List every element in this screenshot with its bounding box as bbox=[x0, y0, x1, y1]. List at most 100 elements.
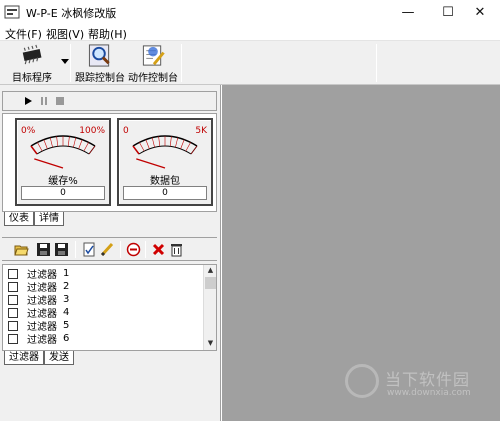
play-button[interactable] bbox=[21, 94, 35, 108]
gauge-tick bbox=[145, 139, 150, 149]
tab-send[interactable]: 发送 bbox=[44, 351, 74, 365]
buffer-gauge: 0% 100% 缓存% 0 bbox=[15, 118, 111, 206]
save-as-icon[interactable] bbox=[54, 242, 69, 257]
action-console-button[interactable]: 动作控制台 bbox=[127, 42, 179, 84]
packet-gauge: 0 5K 数据包 0 bbox=[117, 118, 213, 206]
gauge-tick bbox=[37, 142, 43, 152]
magnifier-icon bbox=[88, 44, 110, 67]
left-panel: 0% 100% 缓存% 0 0 5K 数据包 0 仪表 详情 过滤器 1 过滤器… bbox=[0, 85, 221, 421]
gauges-area: 0% 100% 缓存% 0 0 5K 数据包 0 bbox=[2, 113, 217, 212]
packet-gauge-max: 5K bbox=[195, 126, 207, 136]
scroll-thumb[interactable] bbox=[205, 277, 216, 289]
trace-console-button[interactable]: 跟踪控制台 bbox=[74, 42, 126, 84]
toolbar-separator bbox=[120, 241, 121, 258]
gauge-tick bbox=[83, 142, 89, 152]
watermark-logo-icon bbox=[345, 364, 379, 398]
scroll-down-icon[interactable]: ▼ bbox=[206, 339, 215, 348]
gauge-tick bbox=[139, 142, 145, 152]
menu-view[interactable]: 视图(V) bbox=[46, 26, 84, 42]
filter-checkbox[interactable] bbox=[8, 307, 18, 318]
gauge-tick bbox=[185, 142, 191, 152]
title-bar: W-P-E 冰枫修改版 — ☐ ✕ bbox=[0, 0, 500, 24]
bottom-tabs: 过滤器 发送 bbox=[2, 351, 217, 365]
filter-number: 3 bbox=[63, 294, 70, 305]
filter-list: 过滤器 1 过滤器 2 过滤器 3 过滤器 4 过滤器 5 过滤器 6 ▲ ▼ bbox=[2, 264, 217, 351]
menu-file[interactable]: 文件(F) bbox=[5, 26, 42, 42]
buffer-gauge-label: 缓存% bbox=[48, 176, 78, 187]
toolbar-separator bbox=[181, 44, 182, 82]
gauge-tick bbox=[158, 136, 161, 147]
gauge-tick bbox=[180, 139, 185, 149]
watermark-url: www.downxia.com bbox=[387, 388, 471, 398]
tab-gauges[interactable]: 仪表 bbox=[4, 212, 34, 226]
pencil-icon[interactable] bbox=[100, 242, 115, 257]
filter-toolbar bbox=[2, 237, 217, 261]
watermark-text: 当下软件园 bbox=[385, 370, 471, 389]
filter-number: 4 bbox=[63, 307, 70, 318]
watermark: 当下软件园 www.downxia.com bbox=[345, 362, 495, 406]
toolbar-separator bbox=[376, 44, 377, 82]
chip-icon bbox=[22, 44, 42, 65]
gauge-tick bbox=[56, 136, 59, 147]
filter-checkbox[interactable] bbox=[8, 281, 18, 292]
gauge-tick bbox=[190, 145, 198, 155]
toolbar-separator bbox=[75, 241, 76, 258]
app-icon bbox=[4, 5, 20, 19]
packet-gauge-value: 0 bbox=[123, 186, 207, 200]
filter-number: 1 bbox=[63, 268, 70, 279]
trash-icon[interactable] bbox=[169, 242, 184, 257]
filter-checkbox[interactable] bbox=[8, 268, 18, 279]
target-program-button[interactable]: 目标程序 bbox=[6, 42, 58, 84]
menu-help[interactable]: 帮助(H) bbox=[88, 26, 127, 42]
filter-number: 2 bbox=[63, 281, 70, 292]
minimize-button[interactable]: — bbox=[388, 0, 428, 24]
save-icon[interactable] bbox=[36, 242, 51, 257]
close-button[interactable]: ✕ bbox=[460, 0, 500, 24]
buffer-gauge-min: 0% bbox=[21, 126, 36, 136]
open-folder-icon[interactable] bbox=[14, 242, 29, 257]
packet-gauge-scale bbox=[132, 136, 198, 155]
gauge-tick bbox=[151, 137, 155, 148]
delete-x-icon[interactable] bbox=[151, 242, 166, 257]
filter-list-scrollbar[interactable]: ▲ ▼ bbox=[203, 265, 216, 350]
main-toolbar: 目标程序 跟踪控制台 动作控制台 bbox=[0, 41, 500, 85]
packet-gauge-needle bbox=[136, 158, 166, 169]
stop-icon bbox=[56, 97, 64, 105]
pause-button[interactable] bbox=[37, 94, 51, 108]
tab-details[interactable]: 详情 bbox=[34, 212, 64, 226]
filter-row[interactable]: 过滤器 6 bbox=[3, 332, 203, 346]
filter-number: 5 bbox=[63, 320, 70, 331]
edit-document-icon bbox=[142, 45, 165, 66]
trace-console-label: 跟踪控制台 bbox=[75, 73, 125, 84]
filter-label: 过滤器 bbox=[27, 335, 57, 346]
filter-checkbox[interactable] bbox=[8, 294, 18, 305]
buffer-gauge-needle bbox=[34, 158, 64, 169]
no-entry-icon[interactable] bbox=[126, 242, 141, 257]
gauge-tick bbox=[73, 137, 77, 148]
toolbar-separator bbox=[70, 44, 71, 82]
gauge-tick bbox=[78, 139, 83, 149]
gauge-tick bbox=[132, 145, 140, 155]
capture-controls bbox=[2, 91, 217, 111]
gauge-tick bbox=[30, 145, 38, 155]
target-program-label: 目标程序 bbox=[12, 73, 52, 84]
filter-checkbox[interactable] bbox=[8, 320, 18, 331]
gauge-tick bbox=[67, 136, 70, 147]
scroll-up-icon[interactable]: ▲ bbox=[206, 266, 215, 275]
gauge-tick bbox=[49, 137, 53, 148]
gauge-tick bbox=[169, 136, 172, 147]
check-document-icon[interactable] bbox=[82, 242, 97, 257]
menu-bar: 文件(F) 视图(V) 帮助(H) bbox=[0, 24, 500, 41]
buffer-gauge-max: 100% bbox=[79, 126, 105, 136]
filter-checkbox[interactable] bbox=[8, 333, 18, 344]
play-icon bbox=[25, 97, 32, 105]
target-dropdown-arrow-icon[interactable] bbox=[61, 59, 69, 64]
window-title: W-P-E 冰枫修改版 bbox=[26, 7, 117, 20]
tab-filters[interactable]: 过滤器 bbox=[4, 351, 44, 365]
stop-button[interactable] bbox=[53, 94, 67, 108]
gauge-tick bbox=[175, 137, 179, 148]
toolbar-separator bbox=[145, 241, 146, 258]
filter-number: 6 bbox=[63, 333, 70, 344]
buffer-gauge-scale bbox=[30, 136, 96, 155]
action-console-label: 动作控制台 bbox=[128, 73, 178, 84]
